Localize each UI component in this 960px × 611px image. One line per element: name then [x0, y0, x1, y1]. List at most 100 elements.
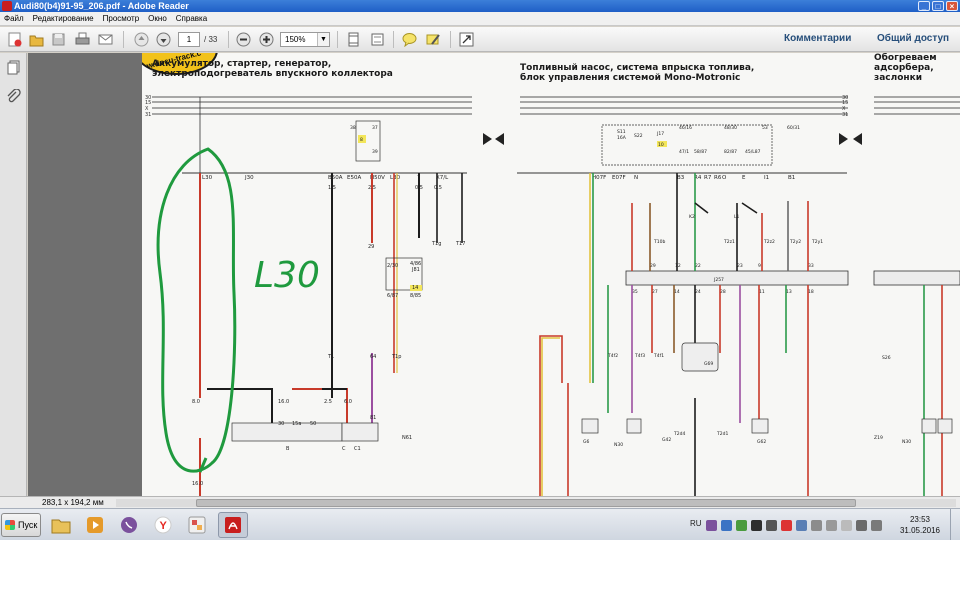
nvidia-tray-icon[interactable] [736, 519, 747, 531]
app-taskbar-button[interactable] [182, 512, 212, 538]
svg-text:37: 37 [372, 125, 378, 131]
svg-text:10: 10 [658, 142, 664, 148]
camera-tray-icon[interactable] [766, 519, 777, 531]
system-tray [706, 515, 906, 535]
menu-bar: Файл Редактирование Просмотр Окно Справк… [0, 12, 960, 26]
svg-text:13: 13 [786, 289, 792, 295]
svg-text:T4f1: T4f1 [653, 353, 664, 359]
svg-text:6/87: 6/87 [387, 293, 398, 299]
toolbar: 1 / 33 150% ▼ Комментарии Общий доступ [0, 27, 960, 52]
svg-text:J257: J257 [713, 277, 724, 283]
svg-text:S26: S26 [882, 355, 891, 361]
svg-text:G6: G6 [583, 439, 589, 445]
email-icon[interactable] [97, 31, 114, 48]
svg-text:L1: L1 [734, 214, 740, 220]
menu-file[interactable]: Файл [4, 12, 24, 25]
app-tray-icon[interactable] [751, 519, 762, 531]
svg-text:J81: J81 [411, 267, 420, 273]
clock[interactable]: 23:53 31.05.2016 [898, 514, 942, 536]
svg-text:Z19: Z19 [874, 435, 883, 441]
comment-icon[interactable] [401, 31, 418, 48]
open-folder-icon[interactable] [28, 31, 45, 48]
create-pdf-icon[interactable] [6, 31, 23, 48]
fit-page-icon[interactable] [345, 31, 362, 48]
menu-edit[interactable]: Редактирование [33, 12, 94, 25]
svg-text:35: 35 [632, 289, 638, 295]
volume-icon[interactable] [871, 519, 882, 531]
svg-text:0.5: 0.5 [434, 185, 442, 191]
svg-text:50: 50 [310, 421, 316, 427]
svg-text:14: 14 [674, 289, 680, 295]
zoom-select[interactable]: 150% ▼ [280, 32, 330, 47]
svg-text:E07F: E07F [612, 175, 626, 181]
pages-panel-icon[interactable] [6, 60, 21, 75]
svg-text:82/87: 82/87 [724, 149, 737, 155]
page-number-input[interactable]: 1 [178, 32, 200, 47]
pdf-page: w.docu-track.c Аккумулятор, стартер, ген… [142, 53, 960, 496]
scrollbar-thumb[interactable] [196, 499, 856, 507]
yandex-taskbar-button[interactable]: Y [148, 512, 178, 538]
svg-text:30: 30 [278, 421, 284, 427]
keyboard-tray-icon[interactable] [796, 519, 807, 531]
device-tray-icon[interactable] [826, 519, 837, 531]
menu-help[interactable]: Справка [176, 12, 207, 25]
svg-text:8/85: 8/85 [410, 293, 421, 299]
network-tray-icon[interactable] [721, 519, 732, 531]
expand-icon[interactable] [458, 31, 475, 48]
highlight-icon[interactable] [425, 31, 442, 48]
zoom-out-icon[interactable] [235, 31, 252, 48]
show-desktop-button[interactable] [950, 509, 960, 540]
zoom-in-icon[interactable] [258, 31, 275, 48]
signal-tray-icon[interactable] [856, 519, 867, 531]
viber-icon [121, 517, 137, 533]
svg-text:C1: C1 [354, 446, 361, 452]
minimize-button[interactable]: _ [918, 1, 930, 11]
maximize-button[interactable]: □ [932, 1, 944, 11]
svg-text:47/1: 47/1 [679, 149, 689, 155]
viber-tray-icon[interactable] [706, 519, 717, 531]
fit-width-icon[interactable] [369, 31, 386, 48]
menu-window[interactable]: Окно [148, 12, 167, 25]
print-icon[interactable] [74, 31, 91, 48]
share-button[interactable]: Общий доступ [877, 33, 949, 44]
svg-text:27: 27 [652, 289, 658, 295]
svg-text:1.5: 1.5 [328, 185, 336, 191]
window-titlebar[interactable]: Audi80(b4)91-95_206.pdf - Adobe Reader _… [0, 0, 960, 12]
svg-text:53: 53 [762, 125, 768, 131]
close-button[interactable]: × [946, 1, 958, 11]
svg-text:G62: G62 [757, 439, 766, 445]
comments-button[interactable]: Комментарии [784, 33, 851, 44]
windows-logo-icon [5, 520, 15, 530]
previous-page-icon[interactable] [133, 31, 150, 48]
start-button[interactable]: Пуск [1, 513, 41, 537]
svg-text:45/L87: 45/L87 [745, 149, 761, 155]
relay-box [601, 124, 773, 166]
svg-text:T17: T17 [455, 241, 465, 247]
annotation-circle [156, 147, 237, 473]
explorer-taskbar-button[interactable] [46, 512, 76, 538]
antivirus-tray-icon[interactable] [781, 519, 792, 531]
viber-taskbar-button[interactable] [114, 512, 144, 538]
svg-text:0.5: 0.5 [415, 185, 423, 191]
menu-view[interactable]: Просмотр [103, 12, 140, 25]
media-player-icon [87, 517, 103, 533]
adobe-reader-taskbar-button[interactable] [218, 512, 248, 538]
svg-text:G42: G42 [662, 437, 671, 443]
acrobat-icon [225, 517, 241, 533]
flag-tray-icon[interactable] [841, 519, 852, 531]
page-dimensions: 283,1 x 194,2 мм [42, 498, 104, 507]
svg-text:G69: G69 [704, 361, 713, 367]
next-page-icon[interactable] [155, 31, 172, 48]
display-tray-icon[interactable] [811, 519, 822, 531]
language-indicator[interactable]: RU [690, 519, 702, 528]
save-icon[interactable] [50, 31, 67, 48]
rail-label-right-31: 31 [842, 112, 848, 118]
svg-text:24: 24 [695, 289, 701, 295]
document-viewport[interactable]: w.docu-track.c Аккумулятор, стартер, ген… [28, 53, 960, 496]
media-player-taskbar-button[interactable] [80, 512, 110, 538]
page-total: / 33 [204, 35, 218, 44]
horizontal-scrollbar[interactable] [116, 499, 956, 507]
attachments-icon[interactable] [6, 88, 21, 104]
chevron-down-icon[interactable]: ▼ [317, 33, 329, 46]
svg-text:B1: B1 [788, 175, 795, 181]
